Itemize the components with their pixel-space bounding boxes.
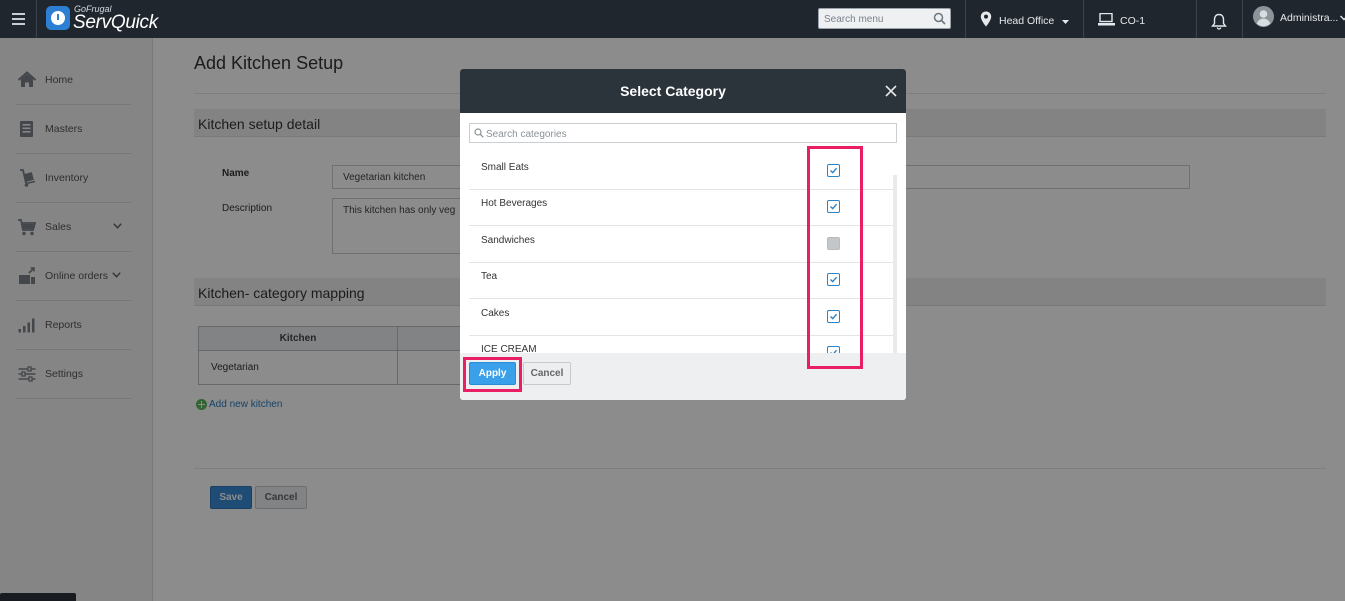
location-label: Head Office bbox=[999, 15, 1055, 27]
category-name: Small Eats bbox=[481, 162, 529, 173]
category-search-box bbox=[469, 123, 897, 144]
category-search-input[interactable] bbox=[486, 125, 886, 144]
category-name: Cakes bbox=[481, 308, 510, 319]
category-name: Sandwiches bbox=[481, 235, 535, 246]
close-icon[interactable] bbox=[884, 84, 898, 98]
bell-icon bbox=[1211, 13, 1227, 30]
modal-header: Select Category bbox=[460, 69, 906, 113]
category-list-scrollbar[interactable] bbox=[893, 175, 897, 353]
notifications-button[interactable] bbox=[1211, 0, 1227, 38]
counter-label: CO-1 bbox=[1120, 14, 1146, 27]
logo-product-text: ServQuick bbox=[73, 12, 158, 33]
caret-down-icon bbox=[1062, 19, 1070, 24]
checkbox-column-highlight bbox=[807, 146, 863, 369]
search-menu-box bbox=[818, 8, 951, 29]
top-navbar: GoFrugal ServQuick Head Office CO-1 bbox=[0, 0, 1345, 38]
search-menu-input[interactable] bbox=[819, 10, 929, 29]
user-menu[interactable]: Administra... bbox=[1253, 0, 1345, 38]
search-icon[interactable] bbox=[933, 12, 946, 25]
hamburger-menu-icon[interactable] bbox=[0, 0, 37, 38]
map-pin-icon bbox=[980, 11, 992, 27]
avatar-icon bbox=[1253, 5, 1274, 27]
servquick-logo[interactable]: GoFrugal ServQuick bbox=[46, 4, 158, 34]
counter-selector[interactable]: CO-1 bbox=[1098, 0, 1145, 38]
category-name: ICE CREAM bbox=[481, 344, 537, 353]
category-name: Hot Beverages bbox=[481, 198, 548, 209]
user-name-label: Administra... bbox=[1280, 12, 1339, 24]
search-icon bbox=[474, 128, 484, 138]
apply-button-highlight bbox=[463, 357, 522, 392]
pos-terminal-icon bbox=[1098, 12, 1115, 25]
modal-title: Select Category bbox=[620, 83, 726, 99]
modal-cancel-button[interactable]: Cancel bbox=[523, 362, 571, 385]
category-name: Tea bbox=[481, 271, 498, 282]
location-selector[interactable]: Head Office bbox=[980, 0, 1070, 38]
chevron-down-icon bbox=[1340, 15, 1345, 21]
logo-clock-icon bbox=[46, 6, 70, 30]
